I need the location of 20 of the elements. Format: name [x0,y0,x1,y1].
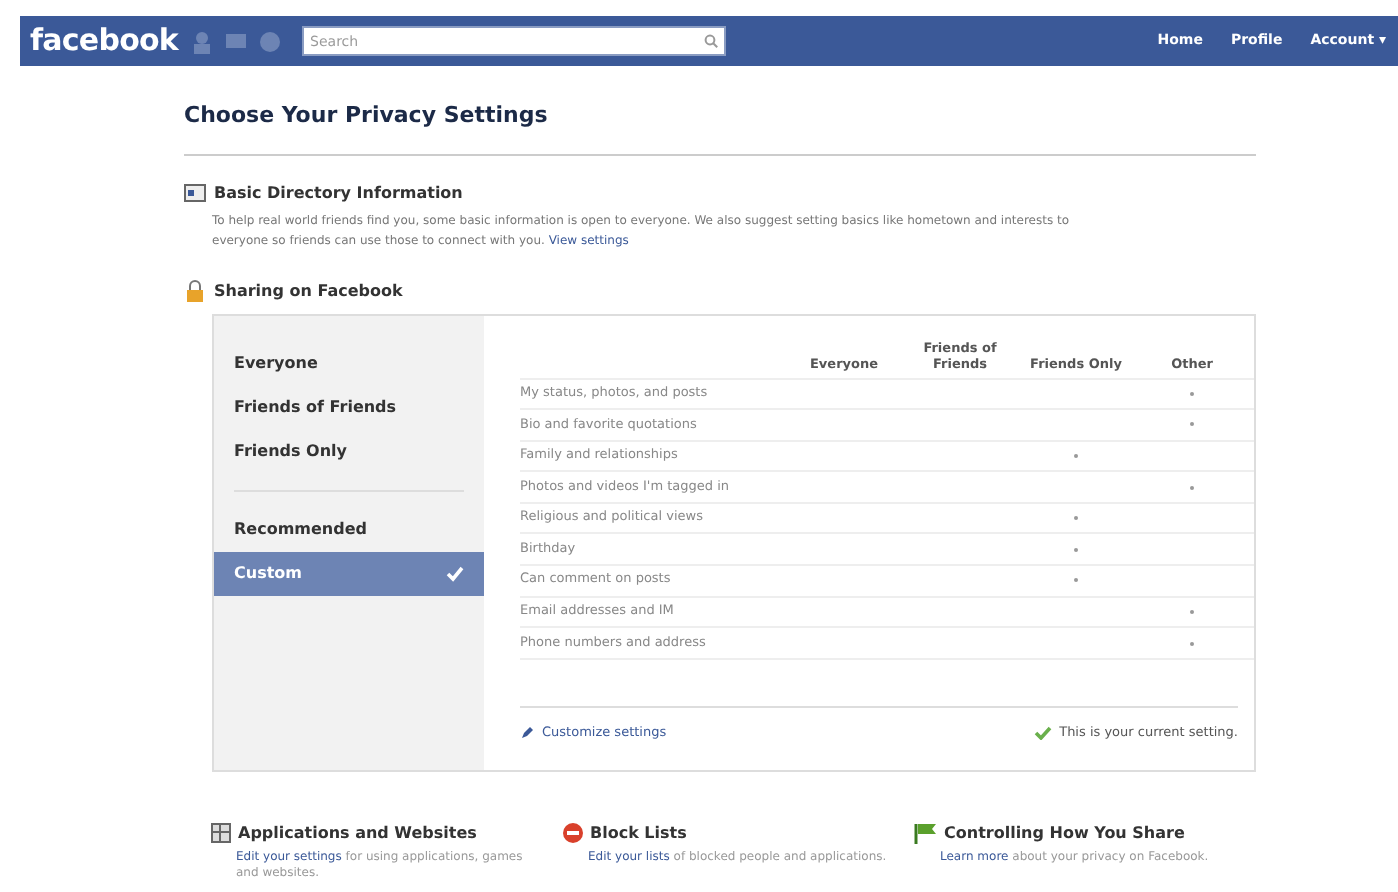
check-icon [446,565,464,581]
lock-icon [184,280,206,302]
flag-icon [914,822,938,844]
section-heading: Controlling How You Share [944,821,1185,845]
section-heading: Block Lists [590,821,687,845]
block-icon [562,822,584,844]
section-heading: Applications and Websites [238,821,477,845]
id-card-icon [184,184,206,202]
logo[interactable]: facebook [30,18,179,64]
privacy-option[interactable]: Friends of Friends [214,385,484,429]
privacy-option[interactable]: Custom [214,551,484,595]
check-icon [1033,726,1052,741]
privacy-option[interactable]: Recommended [214,507,484,551]
section-heading: Basic Directory Information [214,181,463,205]
search-icon [704,34,719,48]
privacy-option[interactable]: Everyone [214,341,484,385]
privacy-option[interactable]: Friends Only [214,429,484,473]
pencil-icon [520,726,534,741]
section-heading: Sharing on Facebook [214,279,403,303]
page-title: Choose Your Privacy Settings [184,100,550,132]
